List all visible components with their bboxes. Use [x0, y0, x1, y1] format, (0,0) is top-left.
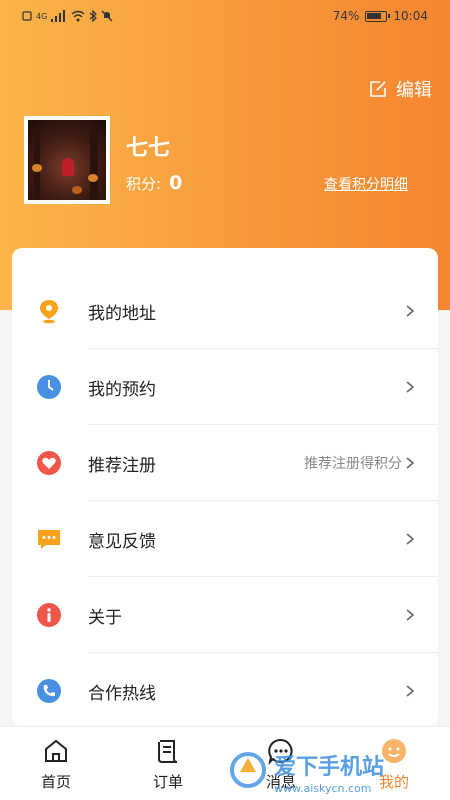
chevron-right-icon	[406, 609, 415, 621]
status-bar: 4G 74% 10:04	[0, 0, 450, 32]
menu-item-label: 意见反馈	[88, 531, 156, 552]
signal-icon	[51, 10, 66, 22]
chevron-right-icon	[406, 457, 415, 469]
message-icon	[268, 738, 293, 765]
avatar-tree-decor	[90, 126, 98, 200]
home-icon	[45, 739, 67, 762]
info-icon	[36, 602, 62, 628]
battery-icon	[365, 10, 391, 22]
clock-time: 10:04	[393, 9, 428, 23]
chevron-right-icon	[406, 685, 415, 697]
tab-label: 消息	[265, 773, 296, 791]
avatar[interactable]	[24, 116, 110, 204]
menu-item-label: 推荐注册	[88, 455, 156, 476]
status-icons-left: 4G	[22, 10, 113, 22]
tab-label: 订单	[152, 773, 183, 791]
tab-home[interactable]: 首页	[11, 737, 101, 792]
menu-item-hint: 推荐注册得积分	[304, 456, 402, 472]
sim-icon	[22, 11, 32, 21]
clock-icon	[36, 374, 62, 400]
wifi-icon	[71, 10, 85, 22]
menu-item-appointment[interactable]: 我的预约	[12, 349, 438, 425]
chat-bubble-icon	[36, 526, 62, 552]
points-label: 积分:	[126, 175, 162, 193]
menu-item-hotline[interactable]: 合作热线	[12, 653, 438, 726]
points-value: 0	[169, 172, 183, 194]
avatar-figure-decor	[62, 158, 74, 176]
chevron-right-icon	[406, 305, 415, 317]
edit-profile-button[interactable]: 编辑	[368, 76, 432, 102]
menu-item-label: 我的预约	[88, 379, 156, 400]
tab-orders[interactable]: 订单	[123, 737, 213, 792]
bluetooth-icon	[89, 10, 98, 22]
chevron-right-icon	[406, 381, 415, 393]
menu-item-referral[interactable]: 推荐注册 推荐注册得积分	[12, 425, 438, 501]
profile-icon	[382, 739, 406, 763]
user-name: 七七	[126, 136, 171, 161]
battery-percent: 74%	[332, 9, 360, 23]
menu-item-address[interactable]: 我的地址	[12, 273, 438, 349]
points-detail-link[interactable]: 查看积分明细	[324, 174, 408, 194]
menu-item-label: 关于	[88, 607, 122, 628]
bottom-tab-bar: 首页 订单 消息 我的	[0, 726, 450, 800]
mute-icon	[101, 10, 113, 22]
avatar-leaf-decor	[72, 186, 82, 194]
menu-item-feedback[interactable]: 意见反馈	[12, 501, 438, 577]
avatar-leaf-decor	[32, 164, 42, 172]
menu-item-about[interactable]: 关于	[12, 577, 438, 653]
avatar-leaf-decor	[88, 174, 98, 182]
menu-item-label: 我的地址	[88, 303, 156, 324]
edit-icon	[370, 81, 386, 97]
network-type-badge: 4G	[36, 11, 48, 21]
tab-messages[interactable]: 消息	[236, 737, 326, 792]
chevron-right-icon	[406, 533, 415, 545]
menu-card: 我的地址 我的预约 推荐注册 推荐注册得积分 意见反馈 关于 合作热线	[12, 248, 438, 726]
avatar-image	[28, 120, 106, 200]
status-icons-right: 74% 10:04	[333, 9, 428, 23]
points-info: 积分: 0	[126, 172, 182, 194]
edit-label: 编辑	[396, 80, 432, 101]
order-icon	[158, 740, 178, 763]
heart-icon	[36, 450, 62, 476]
menu-item-label: 合作热线	[88, 683, 156, 704]
phone-icon	[36, 678, 62, 704]
tab-label: 首页	[40, 773, 71, 791]
tab-label: 我的	[378, 773, 409, 791]
location-pin-icon	[36, 298, 62, 324]
tab-profile[interactable]: 我的	[349, 737, 439, 792]
